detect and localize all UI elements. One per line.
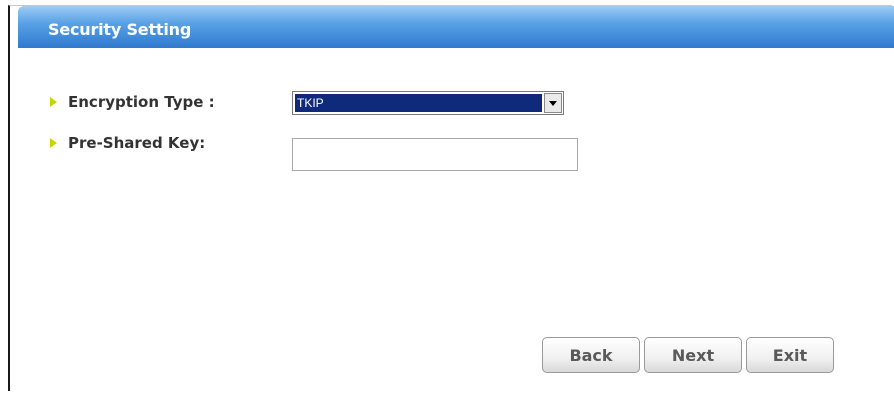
- security-setting-panel: Security Setting Encryption Type : TKIP …: [8, 5, 894, 391]
- back-button[interactable]: Back: [542, 337, 640, 373]
- panel-header: Security Setting: [18, 6, 894, 48]
- chevron-right-icon: [50, 97, 57, 107]
- dropdown-button[interactable]: [544, 93, 562, 113]
- encryption-type-label: Encryption Type :: [68, 93, 215, 111]
- encryption-type-value: TKIP: [295, 94, 542, 112]
- exit-button[interactable]: Exit: [746, 337, 834, 373]
- pre-shared-key-label-row: Pre-Shared Key:: [48, 134, 205, 152]
- next-button[interactable]: Next: [644, 337, 742, 373]
- dropdown-arrow-icon: [549, 101, 557, 106]
- encryption-type-label-row: Encryption Type :: [48, 93, 215, 111]
- chevron-right-icon: [50, 138, 57, 148]
- encryption-type-select[interactable]: TKIP: [292, 91, 564, 115]
- panel-title: Security Setting: [48, 20, 192, 39]
- pre-shared-key-label: Pre-Shared Key:: [68, 134, 206, 152]
- pre-shared-key-input[interactable]: [292, 138, 578, 171]
